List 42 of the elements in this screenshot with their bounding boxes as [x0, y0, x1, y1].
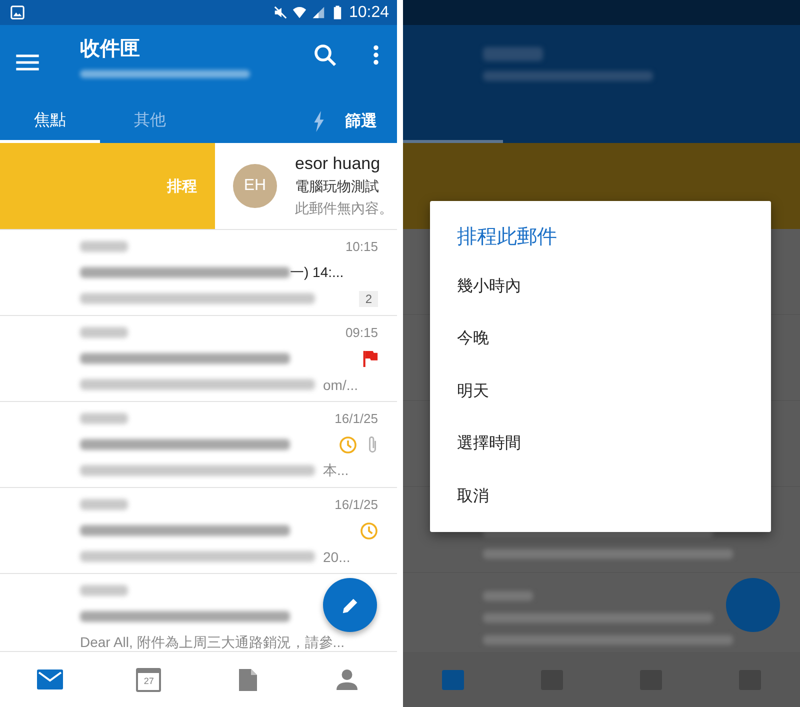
blurred-text-drawing — [80, 499, 128, 510]
more-icon[interactable] — [373, 44, 379, 64]
status-time: 10:24 — [348, 4, 389, 22]
mute-icon — [272, 5, 288, 20]
sender-name: esor huang — [295, 154, 382, 174]
message-subject: 電腦玩物測試 — [295, 178, 380, 196]
dialog-option[interactable]: 今晚 — [457, 312, 744, 365]
thread-count: 2 — [359, 290, 378, 306]
message-preview: 此郵件無內容。 — [295, 200, 393, 218]
wifi-icon — [292, 5, 307, 20]
menu-icon[interactable] — [16, 54, 39, 71]
dialog-title: 排程此郵件 — [457, 225, 557, 250]
blurred-text-drawing — [80, 585, 128, 596]
message-time: 09:15 — [345, 325, 378, 340]
search-icon[interactable] — [313, 42, 337, 66]
battery-icon — [332, 5, 342, 20]
document-icon[interactable] — [239, 668, 258, 690]
message-preview: 20... — [323, 548, 350, 564]
compose-button[interactable] — [323, 578, 377, 632]
image-icon — [10, 5, 25, 20]
mail-icon[interactable] — [36, 669, 63, 690]
blurred-text-drawing — [80, 327, 128, 338]
dialog-option[interactable]: 選擇時間 — [457, 418, 744, 470]
message-preview: om/... — [323, 376, 358, 392]
blurred-text-drawing — [80, 241, 128, 252]
dialog-option[interactable]: 取消 — [457, 470, 744, 522]
dialog-option[interactable]: 幾小時內 — [457, 260, 744, 312]
lightning-icon[interactable] — [313, 111, 325, 132]
message-preview: 本... — [323, 462, 349, 480]
message-time: 16/1/25 — [334, 411, 378, 426]
person-icon[interactable] — [334, 669, 360, 690]
filter-button[interactable]: 篩選 — [345, 111, 377, 132]
inbox-title: 收件匣 — [80, 37, 141, 62]
message-subject: 一) 14:... — [290, 264, 344, 282]
signal-icon — [310, 5, 326, 20]
message-preview: Dear All, 附件為上周三大通路銷況，請參... — [80, 634, 344, 651]
message-time: 10:15 — [345, 239, 378, 254]
blurred-text-drawing — [80, 413, 128, 424]
calendar-icon[interactable]: 27 — [136, 668, 162, 692]
dialog-option[interactable]: 明天 — [457, 365, 744, 418]
avatar: EH — [233, 164, 277, 208]
message-time: 16/1/25 — [334, 497, 378, 512]
